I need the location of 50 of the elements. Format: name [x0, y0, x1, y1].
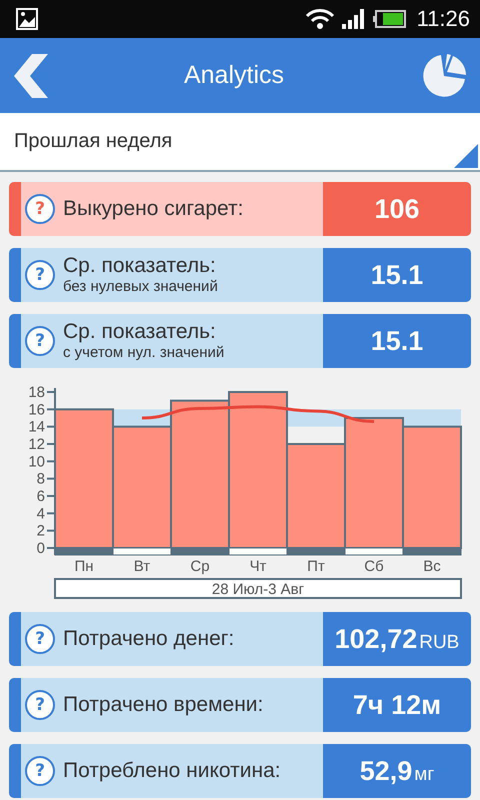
battery-icon	[372, 9, 407, 29]
help-button[interactable]: ?	[25, 260, 55, 290]
date-range-label: 28 Июл-3 Авг	[212, 581, 304, 598]
wifi-icon	[304, 8, 335, 30]
x-axis-label: Пн	[74, 558, 94, 575]
stat-label: Потрачено денег:	[63, 627, 236, 651]
stat-label: Потреблено никотина:	[63, 759, 282, 783]
image-icon	[16, 8, 38, 30]
help-button[interactable]: ?	[25, 326, 55, 356]
stat-value: 7ч 12м	[352, 690, 442, 721]
screen-title: Analytics	[184, 61, 284, 90]
y-axis-label: 12	[28, 436, 45, 453]
signal-icon	[340, 8, 367, 30]
stat-label: Потрачено времени:	[63, 693, 264, 717]
back-chevron-icon	[14, 54, 48, 98]
stat-label: Ср. показатель:	[63, 320, 217, 344]
help-button[interactable]: ?	[25, 194, 55, 224]
stat-value: 106	[374, 194, 420, 225]
status-time: 11:26	[416, 6, 470, 32]
stat-value: 52,9	[360, 756, 412, 787]
help-button[interactable]: ?	[25, 690, 55, 720]
stat-label: Ср. показатель:	[63, 254, 217, 278]
stat-unit: RUB	[419, 632, 460, 654]
stat-value: 15.1	[370, 260, 424, 291]
x-axis-label: Вс	[423, 558, 441, 575]
y-axis-label: 16	[28, 401, 45, 418]
x-axis-label: Вт	[134, 558, 150, 575]
y-axis-label: 18	[28, 384, 45, 401]
help-button[interactable]: ?	[25, 756, 55, 786]
stat-sublabel: без нулевых значений	[63, 278, 219, 296]
help-button[interactable]: ?	[25, 624, 55, 654]
y-axis-label: 14	[28, 418, 45, 436]
back-button[interactable]	[14, 54, 48, 98]
stat-label: Выкурено сигарет:	[63, 197, 244, 221]
y-axis-label: 6	[36, 488, 45, 505]
x-axis-label: Сб	[364, 558, 384, 575]
stat-value: 102,72	[334, 624, 418, 655]
y-axis-label: 8	[36, 470, 45, 488]
stat-unit: мг	[414, 764, 434, 786]
y-axis-label: 10	[28, 453, 45, 470]
period-dropdown[interactable]: Прошлая неделя	[0, 113, 480, 172]
x-axis-label: Пт	[307, 558, 325, 575]
y-axis-label: 0	[36, 540, 45, 557]
y-axis-label: 4	[36, 505, 45, 522]
dropdown-corner-icon	[454, 144, 478, 168]
x-axis-label: Чт	[250, 558, 266, 575]
stat-value: 15.1	[370, 326, 424, 357]
stat-sublabel: с учетом нул. значений	[63, 344, 226, 362]
x-axis-label: Ср	[190, 558, 210, 575]
y-axis-label: 2	[36, 522, 45, 540]
